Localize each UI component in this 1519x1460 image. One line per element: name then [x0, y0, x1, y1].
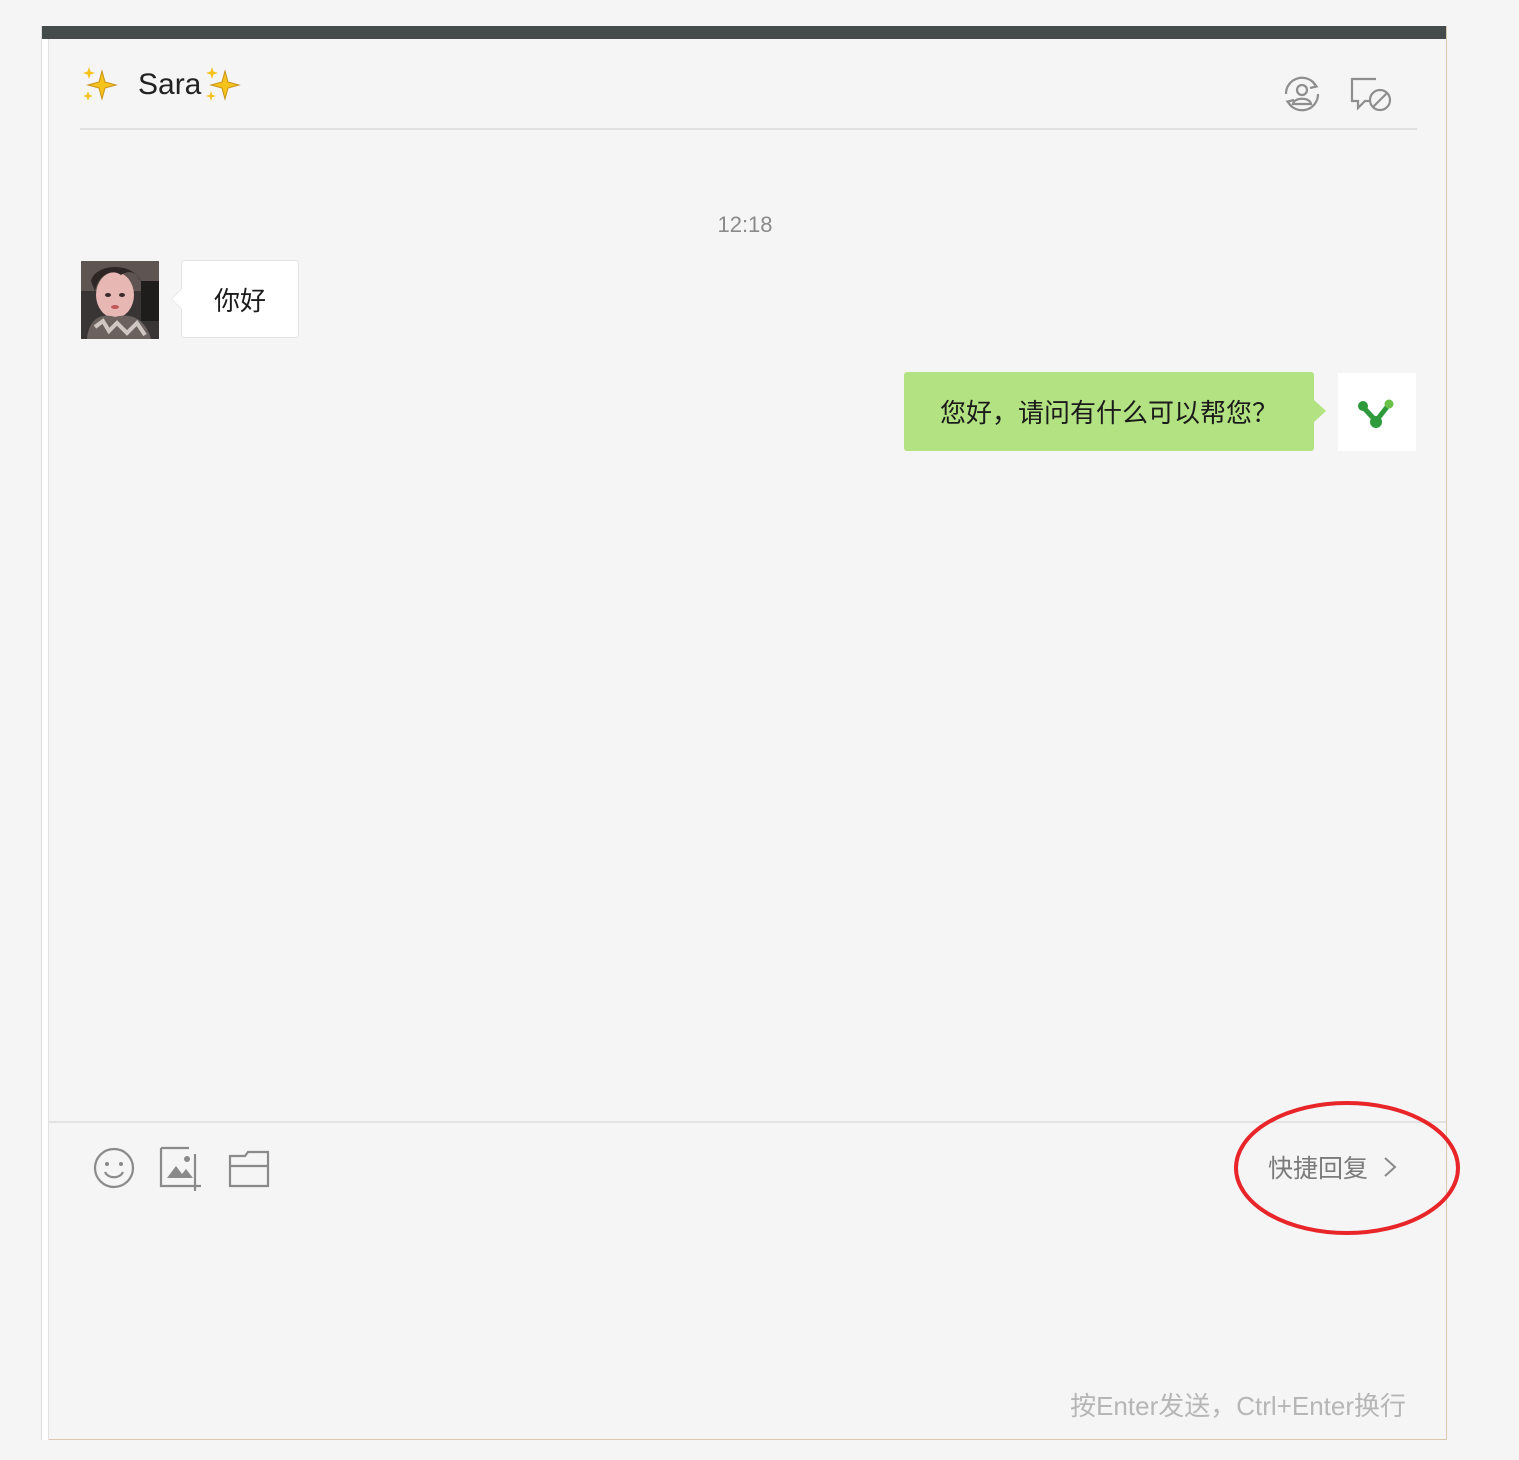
chat-window: Sara 12:18 你好 您好，请问有什么可以帮您？ 快捷回复 按Enter发…: [41, 26, 1447, 1440]
folder-icon[interactable]: [225, 1144, 273, 1192]
image-icon[interactable]: [157, 1144, 205, 1192]
window-left-edge: [42, 39, 49, 1440]
contact-name-row[interactable]: Sara: [80, 61, 243, 109]
page: Sara 12:18 你好 您好，请问有什么可以帮您？ 快捷回复 按Enter发…: [0, 0, 1519, 1460]
contact-sync-icon[interactable]: [1278, 73, 1326, 115]
composer-divider: [49, 1121, 1446, 1123]
send-shortcut-hint: 按Enter发送，Ctrl+Enter换行: [1070, 1391, 1406, 1421]
brand-logo-avatar[interactable]: [1338, 373, 1416, 451]
incoming-message-bubble[interactable]: 你好: [170, 260, 300, 338]
user-photo-avatar[interactable]: [81, 261, 159, 339]
emoji-icon[interactable]: [90, 1144, 138, 1192]
outgoing-message-bubble[interactable]: 您好，请问有什么可以帮您？: [903, 372, 1327, 451]
message-input[interactable]: [62, 1216, 1426, 1380]
window-top-bar: [42, 26, 1446, 39]
contact-name: Sara: [138, 68, 202, 101]
sparkles-icon: [80, 65, 120, 105]
quick-reply-label: 快捷回复: [1268, 1155, 1369, 1183]
sparkles-icon: [203, 65, 243, 105]
block-message-icon[interactable]: [1346, 73, 1394, 115]
message-timestamp: 12:18: [717, 212, 773, 237]
incoming-message-text: 你好: [214, 285, 267, 316]
outgoing-message-text: 您好，请问有什么可以帮您？: [939, 398, 1278, 428]
chat-header: Sara: [80, 39, 1417, 130]
chevron-right-icon: [1382, 1156, 1398, 1178]
quick-reply-button[interactable]: 快捷回复: [1268, 1148, 1398, 1186]
